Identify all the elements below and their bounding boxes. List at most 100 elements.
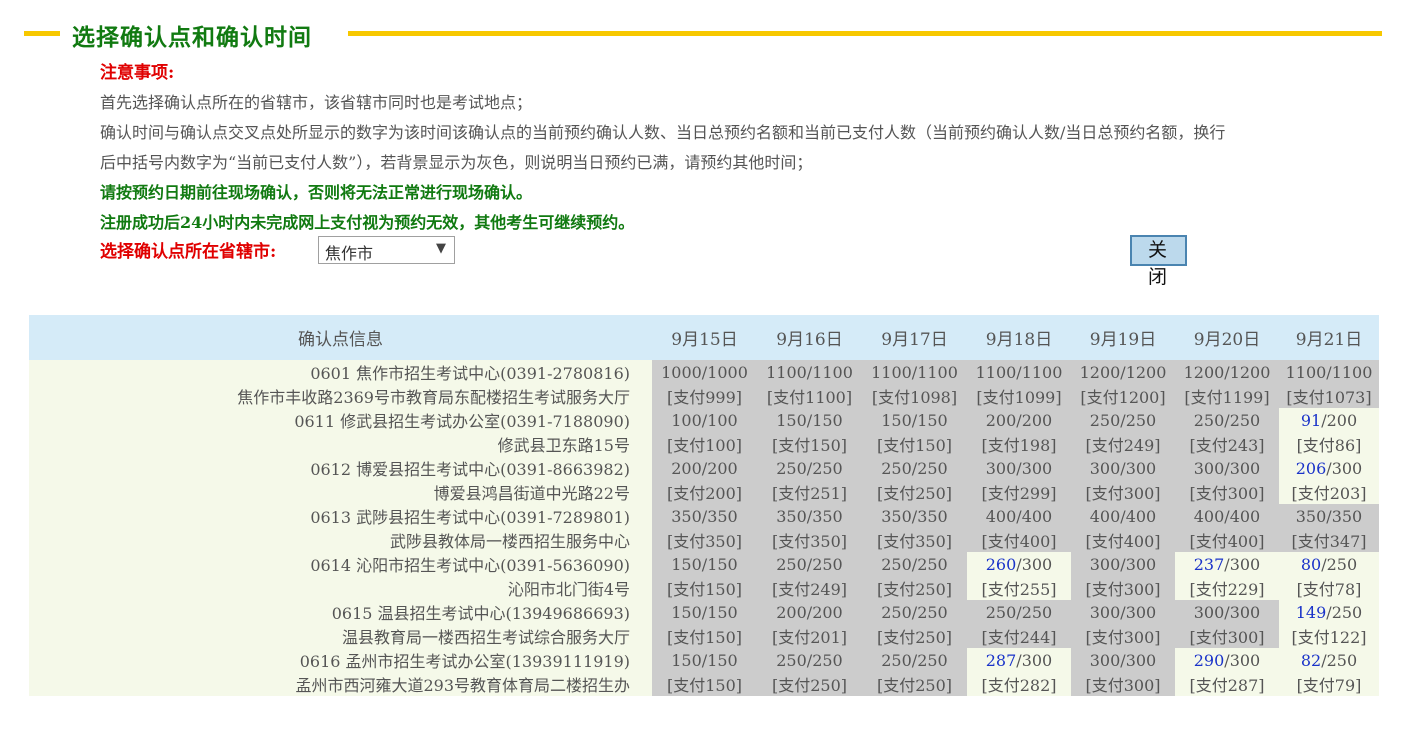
slot-count-cell[interactable]: 149/250 — [1279, 600, 1379, 624]
slot-count-cell: 250/250 — [862, 648, 967, 672]
slot-count: 150 — [671, 602, 702, 622]
slot-count-cell: 300/300 — [1071, 552, 1175, 576]
slot-quota: /250 — [806, 554, 843, 574]
slot-count[interactable]: 80 — [1301, 555, 1321, 574]
slot-quota: /300 — [1224, 602, 1261, 622]
slot-count: 250 — [1089, 410, 1121, 430]
slot-count-cell: 200/200 — [652, 456, 757, 480]
table-row: 0601 焦作市招生考试中心(0391-2780816) 1000/1000 110… — [29, 360, 1379, 384]
slot-count: 200 — [776, 602, 807, 622]
slot-paid: [支付1100] — [757, 384, 862, 408]
slot-count: 250 — [881, 650, 912, 670]
slot-count-cell[interactable]: 82/250 — [1279, 648, 1379, 672]
table-row: 0614 沁阳市招生考试中心(0391-5636090) 150/150 250/2… — [29, 552, 1379, 576]
slot-count-cell[interactable]: 80/250 — [1279, 552, 1379, 576]
slot-quota: /100 — [701, 410, 738, 430]
slot-count-cell: 200/200 — [757, 600, 862, 624]
slot-quota: /400 — [1120, 506, 1157, 526]
slot-count[interactable]: 260 — [986, 555, 1017, 574]
slot-paid: [支付300] — [1071, 672, 1175, 696]
slot-count: 250 — [881, 554, 912, 574]
slot-quota: /1100 — [1326, 362, 1373, 382]
section-header: 选择确认点和确认时间 — [24, 18, 1382, 51]
note-line-1: 首先选择确认点所在的省辖市，该省辖市同时也是考试地点； — [100, 93, 533, 112]
slot-count-cell[interactable]: 260/300 — [967, 552, 1071, 576]
slot-paid: [支付400] — [967, 528, 1071, 552]
slot-paid: [支付150] — [757, 432, 862, 456]
slot-count: 250 — [881, 602, 912, 622]
slot-count-cell[interactable]: 91/200 — [1279, 408, 1379, 432]
slot-paid: [支付400] — [1071, 528, 1175, 552]
slot-quota: /250 — [911, 458, 948, 478]
slot-count: 1200 — [1183, 362, 1225, 382]
slot-quota: /250 — [911, 554, 948, 574]
slot-count[interactable]: 237 — [1194, 555, 1225, 574]
slot-paid: [支付350] — [757, 528, 862, 552]
slot-count[interactable]: 82 — [1301, 651, 1321, 670]
slot-count-cell: 1200/1200 — [1071, 360, 1175, 384]
slot-quota: /300 — [1016, 458, 1053, 478]
slot-paid: [支付999] — [652, 384, 757, 408]
slot-count[interactable]: 290 — [1194, 651, 1225, 670]
slot-count-cell: 400/400 — [967, 504, 1071, 528]
slot-paid: [支付198] — [967, 432, 1071, 456]
slot-quota: /200 — [1016, 410, 1053, 430]
slot-count: 100 — [671, 410, 702, 430]
slot-count-cell[interactable]: 206/300 — [1279, 456, 1379, 480]
slot-paid: [支付150] — [652, 576, 757, 600]
site-address: 焦作市丰收路2369号市教育局东配楼招生考试服务大厅 — [29, 384, 652, 408]
slot-count-cell: 1100/1100 — [967, 360, 1071, 384]
city-select-value: 焦作市 — [325, 244, 374, 263]
slot-count-cell: 400/400 — [1175, 504, 1279, 528]
slot-count[interactable]: 206 — [1296, 459, 1327, 478]
slot-quota: /250 — [1224, 410, 1261, 430]
chevron-down-icon: ▼ — [436, 241, 446, 256]
slot-count-cell: 400/400 — [1071, 504, 1175, 528]
slot-count-cell: 300/300 — [1071, 456, 1175, 480]
slot-count-cell: 100/100 — [652, 408, 757, 432]
slot-paid: [支付300] — [1175, 624, 1279, 648]
site-name: 0615 温县招生考试中心(13949686693) — [29, 600, 652, 624]
site-name: 0614 沁阳市招生考试中心(0391-5636090) — [29, 552, 652, 576]
slot-count: 150 — [671, 650, 702, 670]
slot-quota: /300 — [1016, 650, 1053, 670]
slot-quota: /400 — [1224, 506, 1261, 526]
slot-count-cell[interactable]: 290/300 — [1175, 648, 1279, 672]
slot-count[interactable]: 287 — [986, 651, 1017, 670]
slot-count-cell: 250/250 — [862, 456, 967, 480]
site-address: 温县教育局一楼西招生考试综合服务大厅 — [29, 624, 652, 648]
site-name: 0601 焦作市招生考试中心(0391-2780816) — [29, 360, 652, 384]
slot-paid: [支付243] — [1175, 432, 1279, 456]
note-warning-2: 注册成功后24小时内未完成网上支付视为预约无效，其他考生可继续预约。 — [100, 213, 635, 232]
header-rule-right — [348, 31, 1382, 36]
slot-quota: /200 — [806, 602, 843, 622]
slot-count: 1100 — [975, 362, 1017, 382]
slot-quota: /1100 — [806, 362, 853, 382]
slot-quota: /1000 — [701, 362, 748, 382]
slot-count[interactable]: 149 — [1296, 603, 1327, 622]
slot-paid: [支付122] — [1279, 624, 1379, 648]
slot-count[interactable]: 91 — [1301, 411, 1321, 430]
slot-count: 300 — [1089, 554, 1121, 574]
slot-count: 1100 — [871, 362, 912, 382]
slot-count-cell[interactable]: 237/300 — [1175, 552, 1279, 576]
slot-count: 150 — [881, 410, 912, 430]
slot-count-cell[interactable]: 287/300 — [967, 648, 1071, 672]
slot-quota: /300 — [1224, 554, 1261, 574]
slot-paid: [支付400] — [1175, 528, 1279, 552]
site-name: 0616 孟州市招生考试办公室(13939111919) — [29, 648, 652, 672]
notes-panel: 注意事项: 首先选择确认点所在的省辖市，该省辖市同时也是考试地点； 确认时间与确… — [100, 58, 1372, 238]
slot-count-cell: 1100/1100 — [757, 360, 862, 384]
site-address: 沁阳市北门街4号 — [29, 576, 652, 600]
slot-paid: [支付255] — [967, 576, 1071, 600]
table-row: 温县教育局一楼西招生考试综合服务大厅 [支付150] [支付201] [支付250][… — [29, 624, 1379, 648]
slot-paid: [支付150] — [652, 672, 757, 696]
city-select[interactable]: 焦作市 ▼ — [318, 236, 455, 264]
slot-paid: [支付201] — [757, 624, 862, 648]
slot-paid: [支付300] — [1175, 480, 1279, 504]
slot-count: 250 — [985, 602, 1017, 622]
close-button[interactable]: 关闭 — [1130, 235, 1187, 288]
slot-quota: /300 — [1120, 554, 1157, 574]
slot-count-cell: 1200/1200 — [1175, 360, 1279, 384]
slot-paid: [支付250] — [757, 672, 862, 696]
